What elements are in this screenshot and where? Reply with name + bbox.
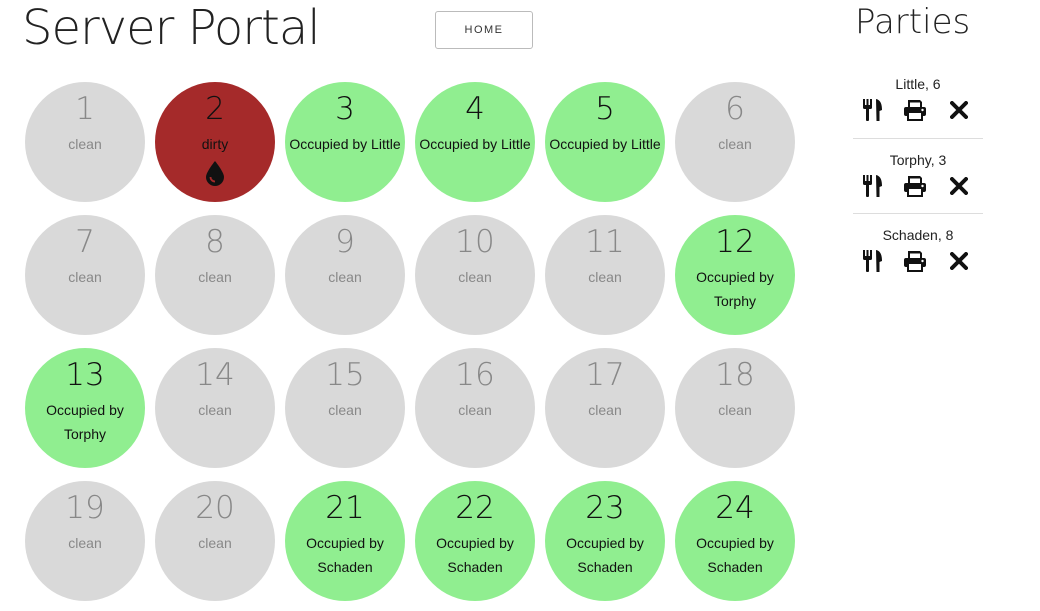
table-5[interactable]: 5 Occupied by Little xyxy=(545,82,665,202)
table-10[interactable]: 10 clean xyxy=(415,215,535,335)
table-number: 9 xyxy=(335,224,355,260)
table-number: 8 xyxy=(205,224,225,260)
close-icon[interactable] xyxy=(945,172,973,200)
cutlery-icon[interactable] xyxy=(859,96,887,124)
table-19[interactable]: 19 clean xyxy=(25,481,145,601)
print-icon[interactable] xyxy=(901,96,929,124)
print-icon[interactable] xyxy=(901,172,929,200)
table-number: 1 xyxy=(75,91,95,127)
party-item: Torphy, 3 xyxy=(853,138,983,208)
close-icon[interactable] xyxy=(945,96,973,124)
party-label: Schaden, 8 xyxy=(882,227,954,243)
table-number: 11 xyxy=(585,224,625,260)
table-number: 24 xyxy=(715,490,755,526)
table-11[interactable]: 11 clean xyxy=(545,215,665,335)
table-status: clean xyxy=(328,269,362,285)
table-number: 12 xyxy=(715,224,755,260)
table-number: 13 xyxy=(65,357,105,393)
table-status: Occupied by Torphy xyxy=(46,402,124,442)
table-number: 10 xyxy=(455,224,495,260)
party-actions xyxy=(859,247,977,277)
table-status: clean xyxy=(68,136,102,152)
table-number: 22 xyxy=(455,490,495,526)
table-status: Occupied by Little xyxy=(419,136,531,152)
table-grid: 1 clean 2 dirty 3 Occupied by Little 4 O… xyxy=(25,82,795,602)
table-status: clean xyxy=(588,402,622,418)
table-7[interactable]: 7 clean xyxy=(25,215,145,335)
table-status: clean xyxy=(68,535,102,551)
table-number: 20 xyxy=(195,490,235,526)
table-16[interactable]: 16 clean xyxy=(415,348,535,468)
table-status: clean xyxy=(198,402,232,418)
print-icon[interactable] xyxy=(901,247,929,275)
home-button[interactable]: HOME xyxy=(435,11,533,49)
table-number: 6 xyxy=(725,91,745,127)
table-status: Occupied by Schaden xyxy=(696,535,774,575)
table-number: 4 xyxy=(465,91,485,127)
table-23[interactable]: 23 Occupied by Schaden xyxy=(545,481,665,601)
cutlery-icon[interactable] xyxy=(859,247,887,275)
table-13[interactable]: 13 Occupied by Torphy xyxy=(25,348,145,468)
table-number: 18 xyxy=(715,357,755,393)
table-status: dirty xyxy=(201,136,229,152)
table-1[interactable]: 1 clean xyxy=(25,82,145,202)
table-status: clean xyxy=(588,269,622,285)
table-status: clean xyxy=(68,269,102,285)
table-status: Occupied by Torphy xyxy=(696,269,774,309)
close-icon[interactable] xyxy=(945,247,973,275)
table-22[interactable]: 22 Occupied by Schaden xyxy=(415,481,535,601)
table-number: 5 xyxy=(595,91,615,127)
table-18[interactable]: 18 clean xyxy=(675,348,795,468)
table-17[interactable]: 17 clean xyxy=(545,348,665,468)
table-status: clean xyxy=(718,402,752,418)
table-number: 23 xyxy=(585,490,625,526)
table-status: clean xyxy=(198,269,232,285)
table-number: 19 xyxy=(65,490,105,526)
table-14[interactable]: 14 clean xyxy=(155,348,275,468)
party-actions xyxy=(859,172,977,202)
table-15[interactable]: 15 clean xyxy=(285,348,405,468)
party-actions xyxy=(859,96,977,126)
party-label: Torphy, 3 xyxy=(889,152,947,168)
table-4[interactable]: 4 Occupied by Little xyxy=(415,82,535,202)
table-status: clean xyxy=(458,402,492,418)
table-number: 7 xyxy=(75,224,95,260)
table-number: 2 xyxy=(205,91,225,127)
table-status: Occupied by Schaden xyxy=(566,535,644,575)
table-number: 16 xyxy=(455,357,495,393)
table-number: 3 xyxy=(335,91,355,127)
table-number: 21 xyxy=(325,490,365,526)
table-number: 17 xyxy=(585,357,625,393)
table-6[interactable]: 6 clean xyxy=(675,82,795,202)
page-title: Server Portal xyxy=(22,0,321,56)
table-status: clean xyxy=(458,269,492,285)
table-status: clean xyxy=(718,136,752,152)
table-3[interactable]: 3 Occupied by Little xyxy=(285,82,405,202)
table-number: 15 xyxy=(325,357,365,393)
table-status: clean xyxy=(198,535,232,551)
table-status: Occupied by Little xyxy=(289,136,401,152)
party-item: Little, 6 xyxy=(853,68,983,138)
table-status: Occupied by Little xyxy=(549,136,661,152)
table-21[interactable]: 21 Occupied by Schaden xyxy=(285,481,405,601)
party-label: Little, 6 xyxy=(895,76,941,92)
table-24[interactable]: 24 Occupied by Schaden xyxy=(675,481,795,601)
table-status: Occupied by Schaden xyxy=(436,535,514,575)
party-item: Schaden, 8 xyxy=(853,213,983,283)
table-9[interactable]: 9 clean xyxy=(285,215,405,335)
parties-heading: Parties xyxy=(855,2,971,42)
table-status: Occupied by Schaden xyxy=(306,535,384,575)
cutlery-icon[interactable] xyxy=(859,172,887,200)
table-2[interactable]: 2 dirty xyxy=(155,82,275,202)
table-status: clean xyxy=(328,402,362,418)
table-20[interactable]: 20 clean xyxy=(155,481,275,601)
table-8[interactable]: 8 clean xyxy=(155,215,275,335)
water-drop-icon xyxy=(206,161,224,186)
table-12[interactable]: 12 Occupied by Torphy xyxy=(675,215,795,335)
table-number: 14 xyxy=(195,357,235,393)
